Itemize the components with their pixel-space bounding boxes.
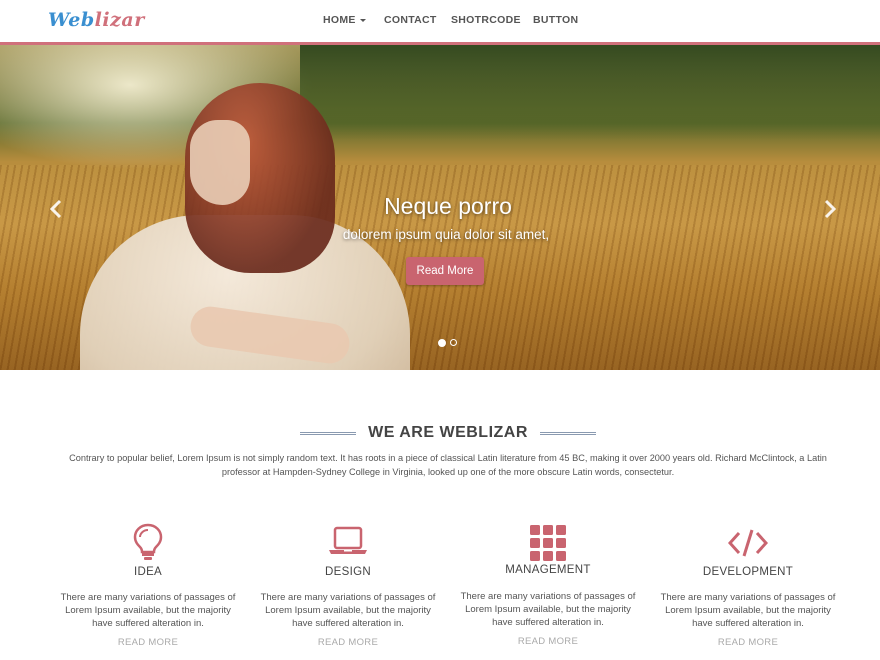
slider-dot-2[interactable] <box>450 339 457 346</box>
chevron-left-icon <box>49 199 62 219</box>
feature-title: DEVELOPMENT <box>702 566 794 578</box>
hero-title: Neque porro <box>384 193 512 219</box>
feature-text: There are many variations of passages of… <box>60 592 236 629</box>
slider-dot-1[interactable] <box>438 339 446 347</box>
caret-down-icon <box>359 18 366 22</box>
feature-read-more-link[interactable]: READ MORE <box>448 636 648 647</box>
laptop-icon <box>328 522 368 562</box>
section-title: WE ARE WEBLIZAR <box>368 424 528 441</box>
hero-subtitle: dolorem ipsum quia dolor sit amet, <box>342 227 550 242</box>
feature-text: There are many variations of passages of… <box>660 592 836 629</box>
section-description: Contrary to popular belief, Lorem Ipsum … <box>69 453 827 477</box>
slider-prev-button[interactable] <box>46 195 66 223</box>
chevron-right-icon <box>824 199 837 219</box>
hero-caption: Neque porro dolorem ipsum quia dolor sit… <box>0 45 880 370</box>
section-header: WE ARE WEBLIZAR <box>0 424 880 446</box>
lightbulb-icon <box>128 522 168 562</box>
feature-read-more-link[interactable]: READ MORE <box>648 637 848 648</box>
nav-item-home[interactable]: HOME <box>323 14 366 26</box>
grid-icon <box>528 524 568 564</box>
nav-item-home-label: HOME <box>323 14 356 26</box>
main-nav: HOME CONTACT SHOTRCODE BUTTON <box>0 14 880 30</box>
feature-title: IDEA <box>133 566 163 578</box>
slider-next-button[interactable] <box>820 195 840 223</box>
code-icon <box>727 526 769 566</box>
nav-item-shortcode[interactable]: SHOTRCODE <box>451 14 521 26</box>
title-decor-right <box>540 432 596 435</box>
feature-read-more-link[interactable]: READ MORE <box>48 637 248 648</box>
nav-item-contact[interactable]: CONTACT <box>384 14 437 26</box>
feature-read-more-link[interactable]: READ MORE <box>248 637 448 648</box>
read-more-button[interactable]: Read More <box>406 257 484 285</box>
feature-text: There are many variations of passages of… <box>460 591 636 628</box>
hero-slider: Neque porro dolorem ipsum quia dolor sit… <box>0 45 880 370</box>
nav-item-button[interactable]: BUTTON <box>533 14 578 26</box>
slider-indicators <box>438 339 462 349</box>
feature-title: DESIGN <box>325 566 371 578</box>
navbar: Weblizar HOME CONTACT SHOTRCODE BUTTON <box>0 0 880 42</box>
feature-text: There are many variations of passages of… <box>260 592 436 629</box>
feature-title: MANAGEMENT <box>505 564 591 576</box>
